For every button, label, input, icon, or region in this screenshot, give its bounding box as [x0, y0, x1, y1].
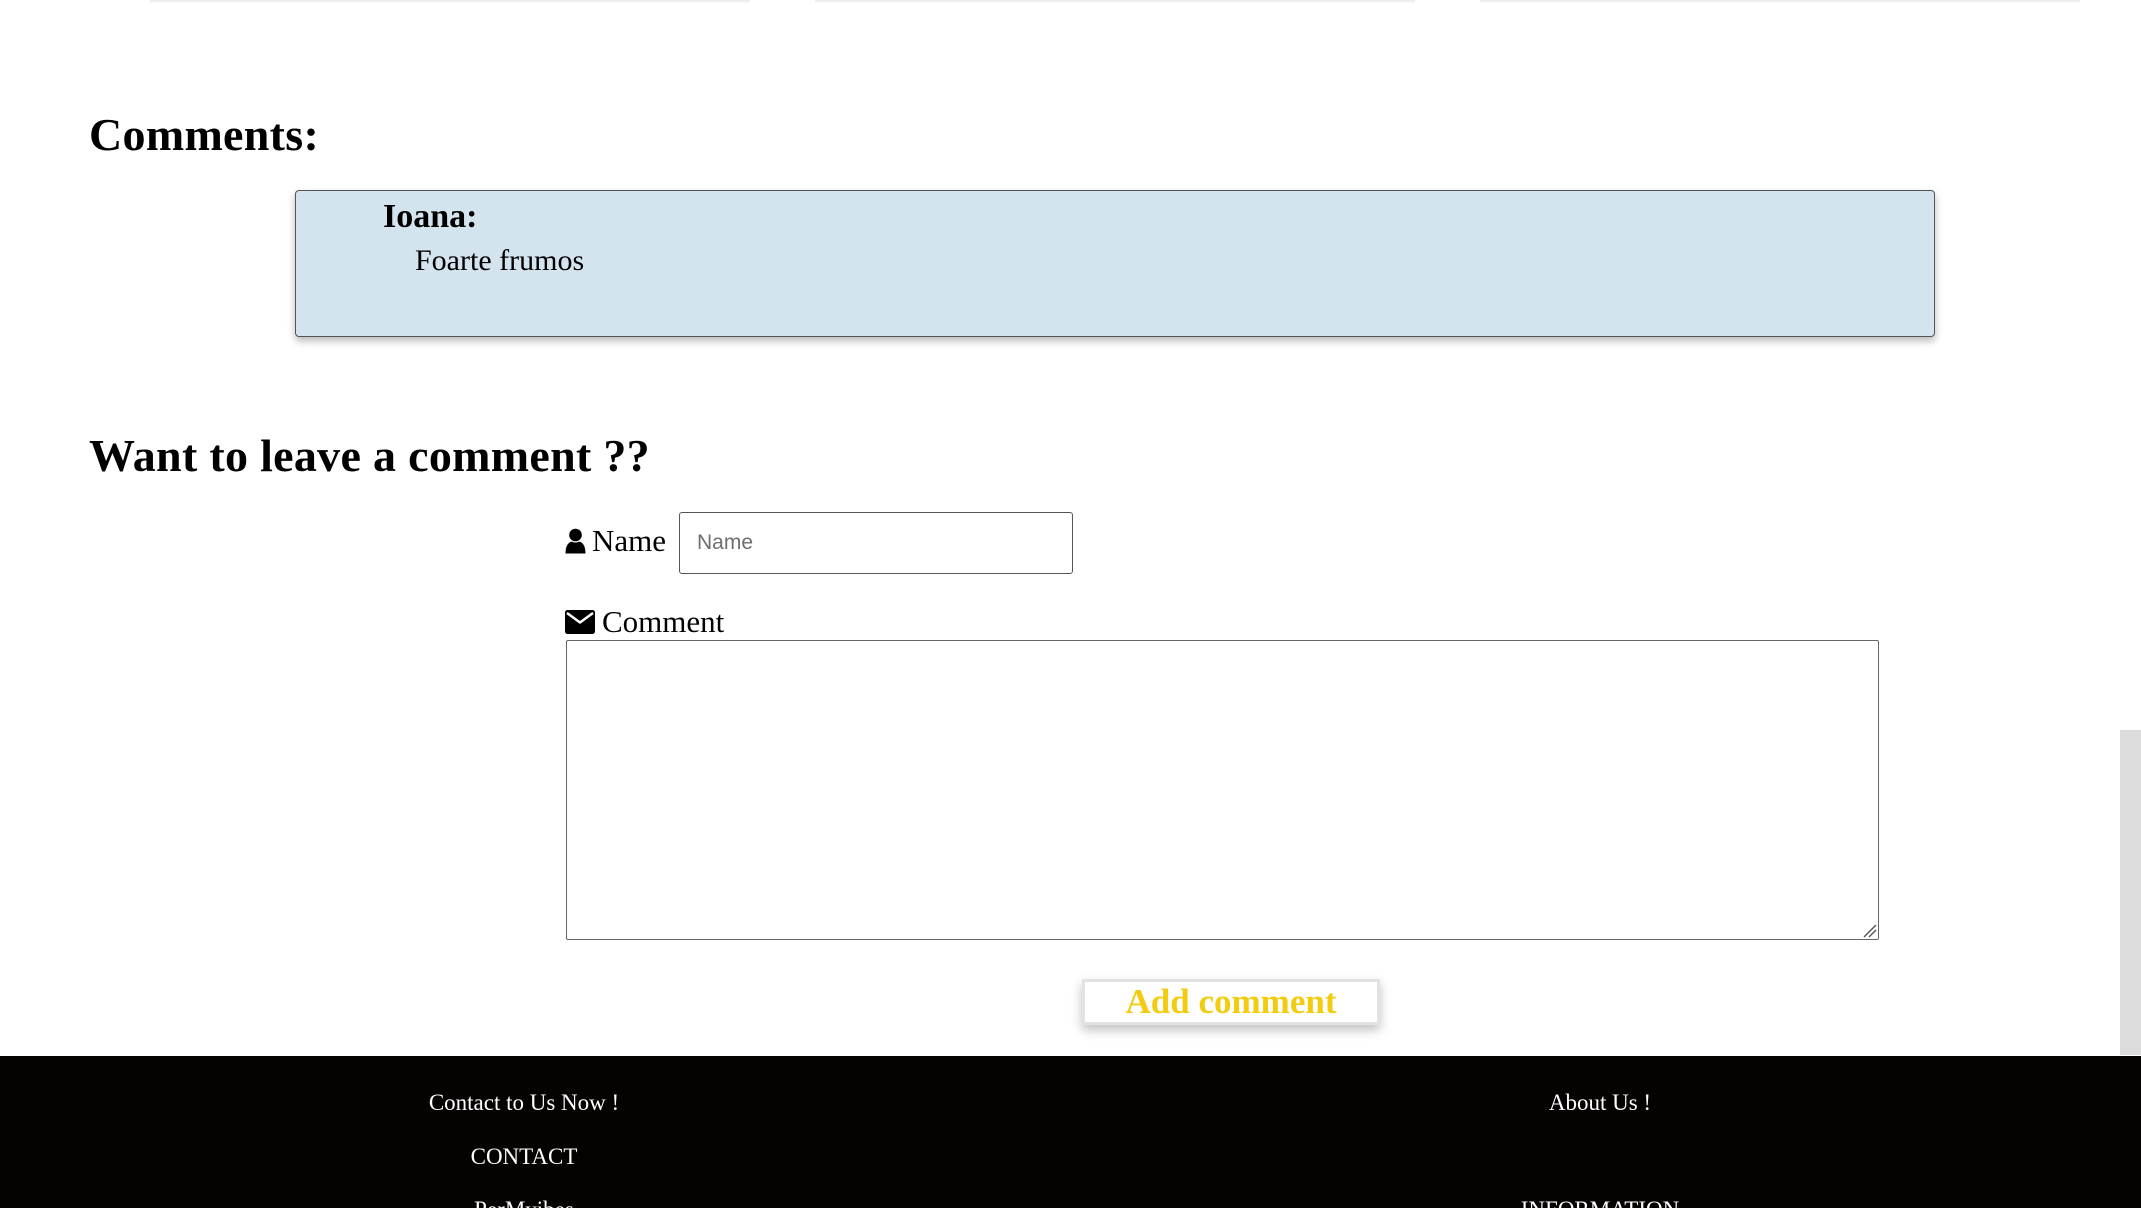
top-separator-lines [0, 0, 2141, 4]
comments-heading: Comments: [89, 109, 320, 160]
comment-text: Foarte frumos [415, 244, 585, 277]
footer-partial-text[interactable]: PerMyibes [224, 1198, 824, 1208]
comment-textarea[interactable] [566, 640, 1879, 940]
name-input[interactable] [679, 512, 1073, 574]
comment-author: Ioana: [383, 198, 478, 235]
user-icon [565, 528, 586, 554]
leave-comment-heading: Want to leave a comment ?? [89, 430, 650, 481]
comment-label-text: Comment [602, 604, 725, 639]
footer-contact-heading: Contact to Us Now ! [428, 1090, 620, 1115]
footer-about-heading: About Us ! [1548, 1090, 1652, 1115]
footer-contact-link[interactable]: CONTACT [224, 1145, 824, 1168]
scrollbar[interactable] [2120, 730, 2141, 1055]
name-label-text: Name [592, 523, 667, 558]
resize-handle[interactable] [1863, 924, 1877, 938]
comment-card: Ioana: Foarte frumos [295, 190, 1935, 337]
footer: Contact to Us Now ! CONTACT PerMyibes Ab… [0, 1056, 2141, 1208]
envelope-icon [565, 609, 595, 634]
name-label: Name [565, 525, 666, 556]
add-comment-button[interactable]: Add comment [1082, 979, 1380, 1025]
comment-label: Comment [565, 606, 724, 637]
footer-information-link[interactable]: INFORMATION [1300, 1198, 1900, 1208]
